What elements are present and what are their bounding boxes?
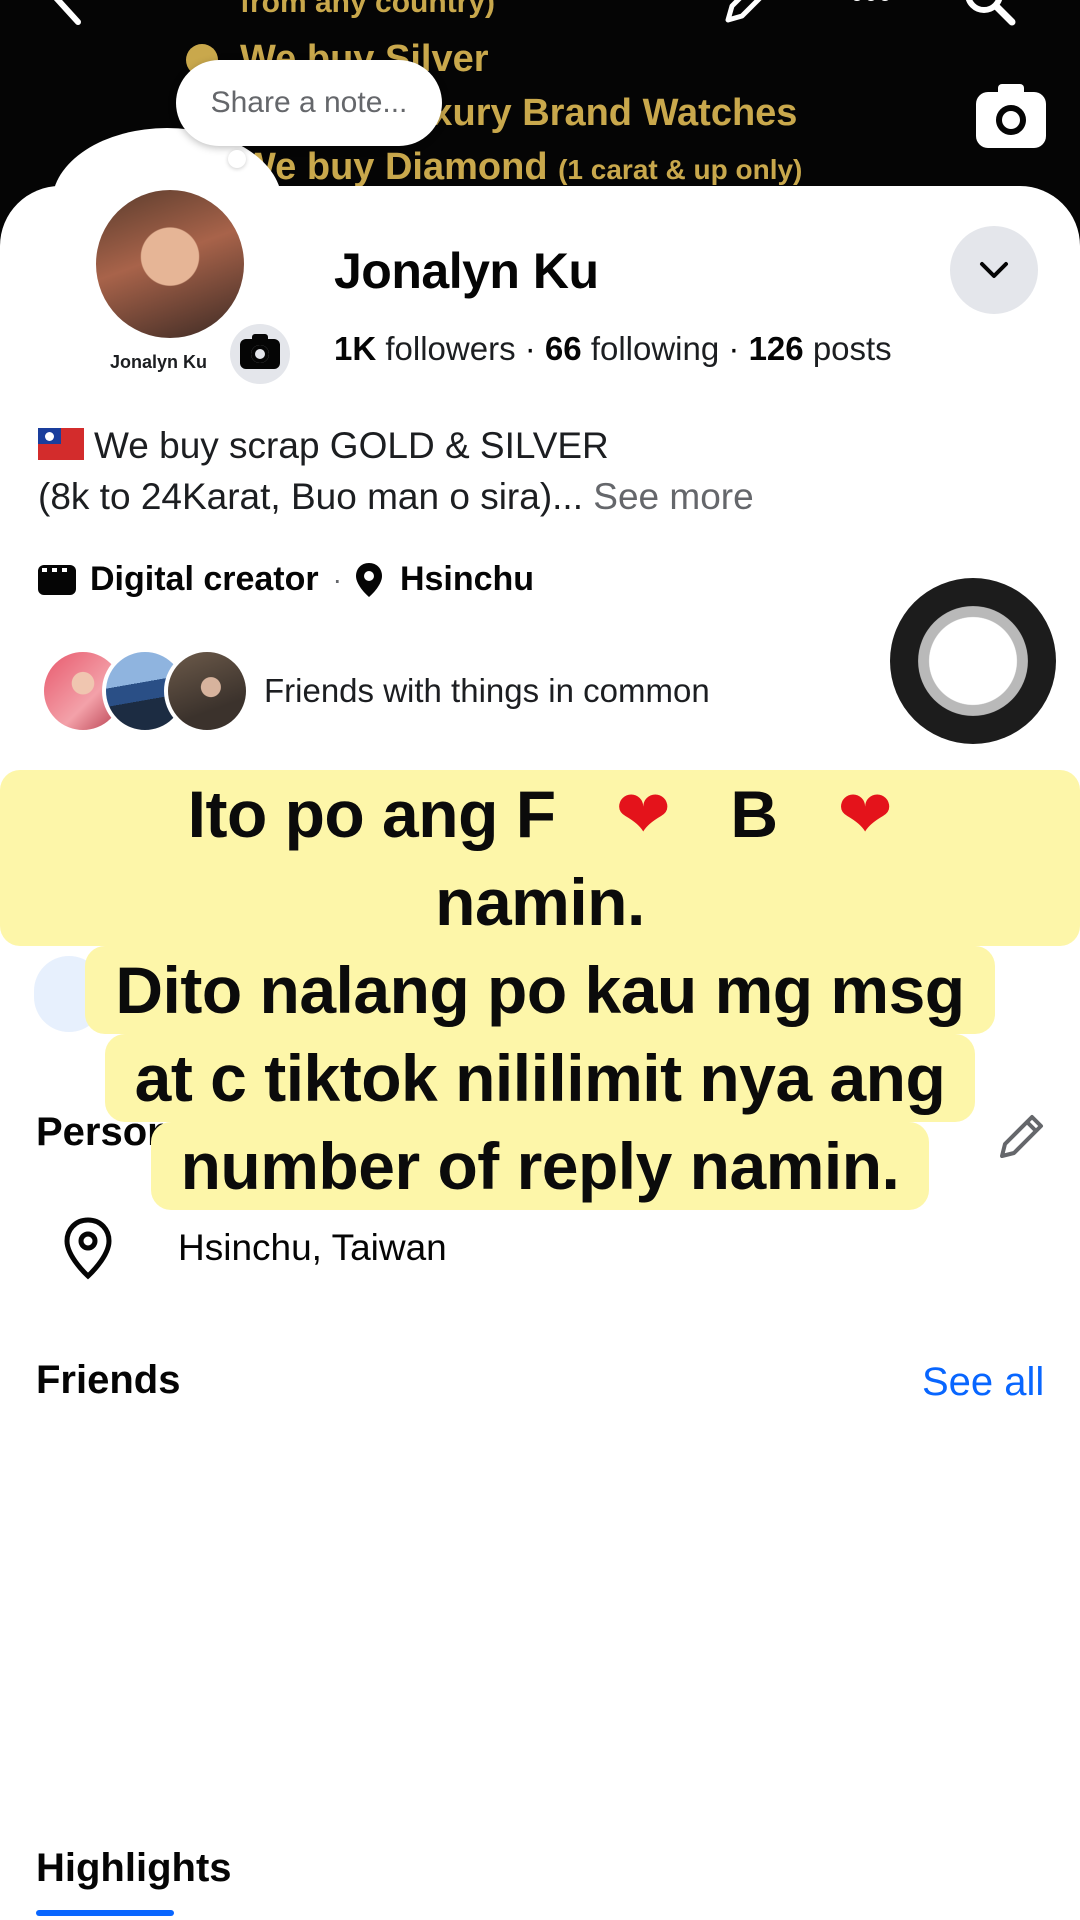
profile-bio: We buy scrap GOLD & SILVER (8k to 24Kara… xyxy=(38,420,754,522)
followers-label[interactable]: followers xyxy=(385,330,515,367)
chevron-down-icon xyxy=(980,262,1008,278)
tab-active-indicator xyxy=(36,1910,174,1916)
caption-text: number of reply namin. xyxy=(150,1122,930,1210)
heart-icon: ❤ xyxy=(585,770,701,858)
posts-count: 126 xyxy=(748,330,804,367)
caption-text: Dito nalang po kau mg msg xyxy=(85,946,995,1034)
clapperboard-icon xyxy=(38,564,76,595)
personal-location-text: Hsinchu, Taiwan xyxy=(178,1227,447,1268)
followers-count[interactable]: 1K xyxy=(334,330,376,367)
following-count[interactable]: 66 xyxy=(545,330,582,367)
tab-highlights[interactable]: Highlights xyxy=(36,1846,232,1891)
caption-text: Ito po ang F xyxy=(157,770,586,858)
share-note-bubble[interactable]: Share a note... xyxy=(176,60,442,146)
avatar-camera-icon[interactable] xyxy=(230,324,290,384)
taiwan-flag-icon xyxy=(38,428,84,460)
heart-icon: ❤ xyxy=(807,770,923,858)
profile-avatar[interactable] xyxy=(96,190,244,338)
see-more-link[interactable]: See more xyxy=(593,476,753,517)
search-icon[interactable] xyxy=(960,0,1020,30)
stats-separator: · xyxy=(524,330,536,367)
meta-separator: · xyxy=(332,563,342,595)
record-icon xyxy=(918,606,1028,716)
profile-meta: Digital creator · Hsinchu xyxy=(38,560,534,599)
see-all-friends-link[interactable]: See all xyxy=(922,1360,1044,1405)
mutual-friends-text: Friends with things in common xyxy=(264,672,710,709)
cover-text-line: from any country) xyxy=(240,0,496,19)
caption-text: B xyxy=(700,770,808,858)
cover-text-note: (1 carat & up only) xyxy=(558,154,803,185)
bio-line: We buy scrap GOLD & SILVER xyxy=(94,425,609,466)
location-pin-icon xyxy=(64,1217,112,1280)
cover-camera-icon[interactable] xyxy=(976,84,1046,148)
friend-avatar xyxy=(164,648,250,734)
bio-line: (8k to 24Karat, Buo man o sira)... xyxy=(38,476,583,517)
avatar-caption: Jonalyn Ku xyxy=(110,352,208,372)
cover-text-line: We buy Diamond (1 carat & up only) xyxy=(240,146,803,188)
profile-name: Jonalyn Ku xyxy=(334,243,599,299)
back-arrow-icon[interactable] xyxy=(40,0,100,30)
profile-stats: 1K followers · 66 following · 126 posts xyxy=(334,330,892,368)
personal-location-row: Hsinchu, Taiwan xyxy=(62,1216,447,1280)
mutual-friends-row[interactable]: Friends with things in common xyxy=(40,648,710,734)
location-label[interactable]: Hsinchu xyxy=(400,560,534,599)
note-bubble-tail xyxy=(214,172,224,182)
location-pin-icon xyxy=(355,562,382,597)
category-label: Digital creator xyxy=(90,560,319,598)
caption-text: namin. xyxy=(405,858,675,946)
video-caption-overlay: Ito po ang F ❤ B ❤ namin. Dito nalang po ka… xyxy=(0,770,1080,1210)
stats-separator: · xyxy=(728,330,740,367)
following-label[interactable]: following xyxy=(591,330,719,367)
screen-record-button[interactable] xyxy=(890,578,1056,744)
friends-title: Friends xyxy=(36,1358,181,1402)
posts-label: posts xyxy=(812,330,892,367)
note-bubble-tail xyxy=(228,150,246,168)
more-options-icon[interactable]: ••• xyxy=(850,0,910,34)
profile-dropdown-button[interactable] xyxy=(950,226,1038,314)
caption-text: at c tiktok nililimit nya ang xyxy=(104,1034,976,1122)
edit-pencil-icon[interactable] xyxy=(718,0,778,30)
